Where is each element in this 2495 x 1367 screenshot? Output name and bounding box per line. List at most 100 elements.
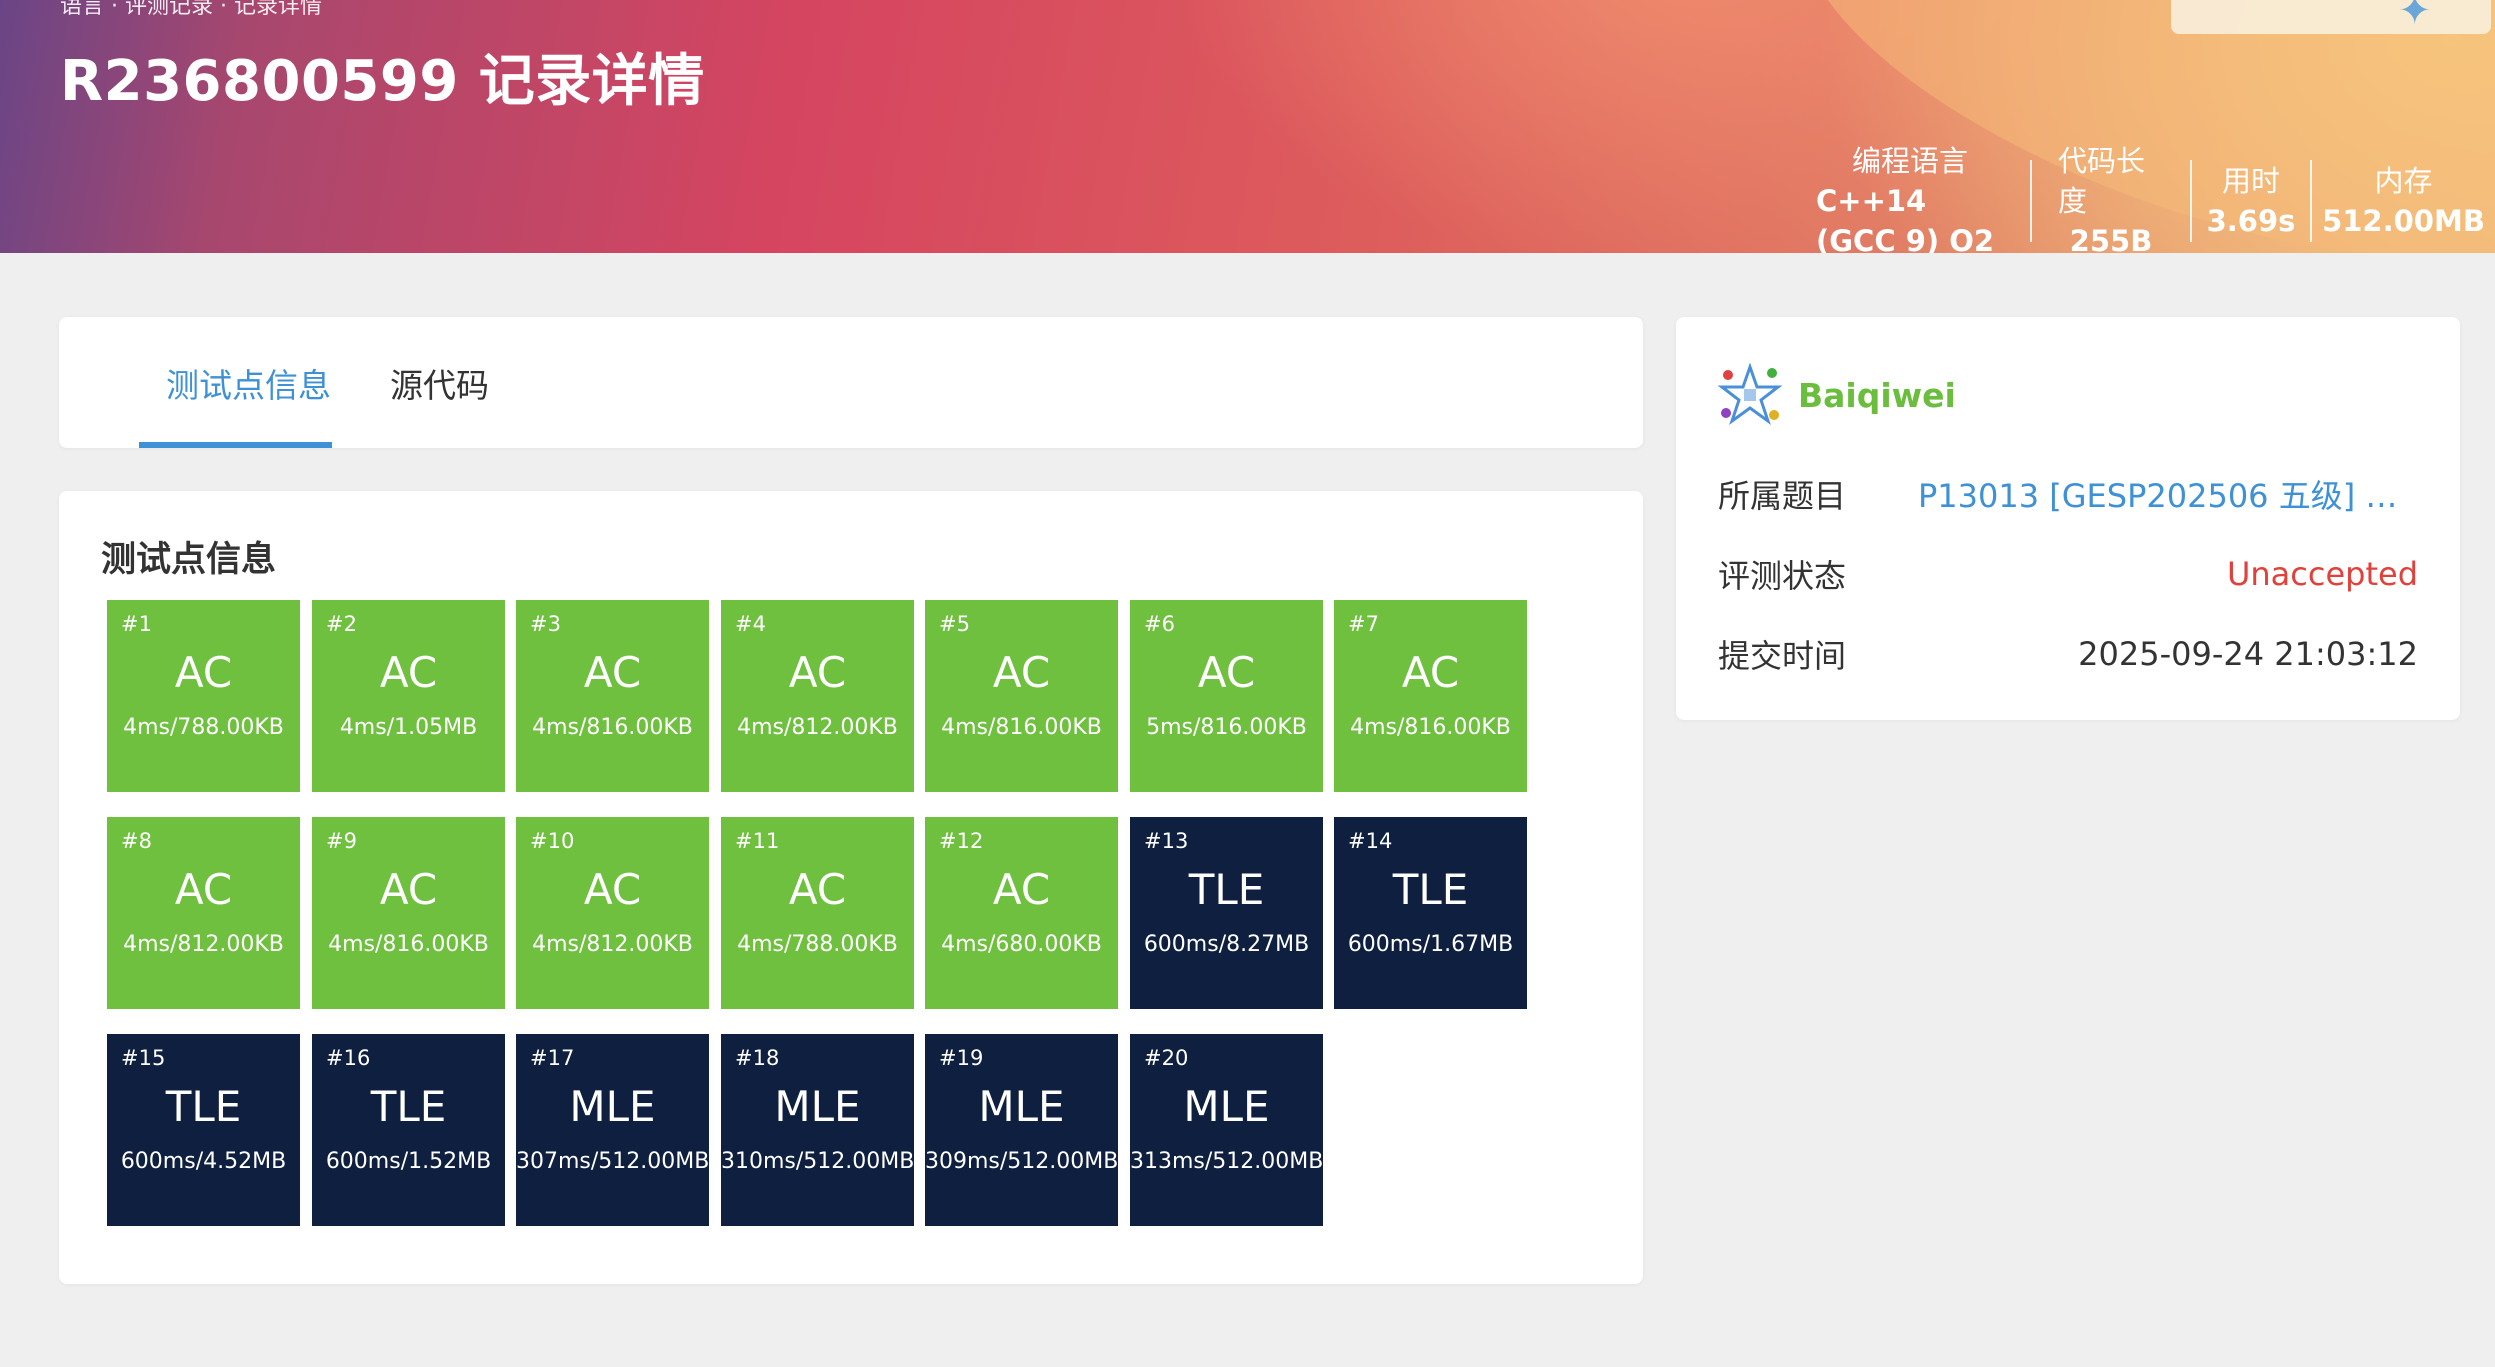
test-case-detail: 600ms/1.67MB <box>1347 932 1514 957</box>
test-case-number: #2 <box>326 612 357 636</box>
test-case-tile[interactable]: #15 TLE 600ms/4.52MB <box>107 1034 300 1226</box>
test-case-number: #19 <box>939 1046 984 1070</box>
test-case-status: MLE <box>569 1082 656 1131</box>
username-link[interactable]: Baiqiwei <box>1798 376 1956 415</box>
test-cases-card: 测试点信息 #1 AC 4ms/788.00KB #2 AC 4ms/1.05MB #3 AC… <box>59 491 1643 1284</box>
stat-language: 编程语言 C++14 (GCC 9) O2 <box>1790 144 2030 253</box>
test-case-status: AC <box>992 648 1051 697</box>
test-case-number: #9 <box>326 829 357 853</box>
test-case-number: #6 <box>1144 612 1175 636</box>
test-case-detail: 4ms/812.00KB <box>737 715 898 740</box>
test-case-detail: 4ms/788.00KB <box>123 715 284 740</box>
test-case-status: AC <box>1401 648 1460 697</box>
test-case-detail: 4ms/680.00KB <box>941 932 1102 957</box>
test-case-number: #13 <box>1144 829 1189 853</box>
test-case-number: #4 <box>735 612 766 636</box>
test-case-detail: 5ms/816.00KB <box>1146 715 1307 740</box>
test-case-number: #5 <box>939 612 970 636</box>
test-case-detail: 4ms/812.00KB <box>532 932 693 957</box>
test-case-tile[interactable]: #5 AC 4ms/816.00KB <box>925 600 1118 792</box>
stat-value: 3.69s <box>2206 204 2296 238</box>
test-case-status: TLE <box>165 1082 242 1131</box>
test-case-detail: 309ms/512.00MB <box>925 1149 1119 1174</box>
test-case-number: #11 <box>735 829 780 853</box>
test-case-tile[interactable]: #12 AC 4ms/680.00KB <box>925 817 1118 1009</box>
star-avatar-icon <box>1717 362 1783 425</box>
test-case-tile[interactable]: #9 AC 4ms/816.00KB <box>312 817 505 1009</box>
test-case-status: AC <box>379 648 438 697</box>
test-case-status: AC <box>583 865 642 914</box>
breadcrumb[interactable]: 语言 · 评测记录 · 记录详情 <box>60 0 322 20</box>
test-case-number: #20 <box>1144 1046 1189 1070</box>
test-case-tile[interactable]: #4 AC 4ms/812.00KB <box>721 600 914 792</box>
tab-source-code[interactable]: 源代码 <box>390 317 489 448</box>
record-stats: 编程语言 C++14 (GCC 9) O2 代码长度 255B 用时 3.69s… <box>1790 144 2495 253</box>
test-case-tile[interactable]: #20 MLE 313ms/512.00MB <box>1130 1034 1323 1226</box>
test-case-tile[interactable]: #6 AC 5ms/816.00KB <box>1130 600 1323 792</box>
test-case-status: AC <box>992 865 1051 914</box>
tabs-card: 测试点信息 源代码 <box>59 317 1643 448</box>
test-case-number: #18 <box>735 1046 780 1070</box>
test-case-tile[interactable]: #19 MLE 309ms/512.00MB <box>925 1034 1118 1226</box>
test-case-status: AC <box>583 648 642 697</box>
test-case-detail: 4ms/816.00KB <box>328 932 489 957</box>
test-case-status: TLE <box>1188 865 1265 914</box>
test-case-tile[interactable]: #1 AC 4ms/788.00KB <box>107 600 300 792</box>
test-case-tile[interactable]: #7 AC 4ms/816.00KB <box>1334 600 1527 792</box>
test-case-tile[interactable]: #11 AC 4ms/788.00KB <box>721 817 914 1009</box>
page-title: R236800599 记录详情 <box>60 49 705 114</box>
test-case-detail: 600ms/8.27MB <box>1143 932 1310 957</box>
test-case-status: MLE <box>774 1082 861 1131</box>
test-case-number: #1 <box>121 612 152 636</box>
test-case-detail: 4ms/812.00KB <box>123 932 284 957</box>
stat-label: 内存 <box>2374 164 2433 198</box>
user-row: Baiqiwei <box>1717 362 1956 427</box>
test-case-tile[interactable]: #17 MLE 307ms/512.00MB <box>516 1034 709 1226</box>
test-case-status: MLE <box>1183 1082 1270 1131</box>
stat-label: 编程语言 <box>1851 144 1968 178</box>
test-case-status: TLE <box>1392 865 1469 914</box>
test-case-number: #14 <box>1348 829 1393 853</box>
test-case-status: TLE <box>370 1082 447 1131</box>
test-case-number: #8 <box>121 829 152 853</box>
test-case-detail: 4ms/816.00KB <box>1350 715 1511 740</box>
info-time-row: 提交时间 2025-09-24 21:03:12 <box>1718 629 2418 679</box>
test-case-number: #12 <box>939 829 984 853</box>
user-avatar[interactable] <box>1717 362 1783 427</box>
test-case-number: #10 <box>530 829 575 853</box>
problem-link[interactable]: P13013 [GESP202506 五级] 奖... <box>1918 471 2418 517</box>
test-case-detail: 4ms/788.00KB <box>737 932 898 957</box>
test-case-tile[interactable]: #13 TLE 600ms/8.27MB <box>1130 817 1323 1009</box>
test-case-status: AC <box>174 865 233 914</box>
stat-value: C++14 (GCC 9) O2 <box>1816 184 1995 253</box>
test-case-detail: 4ms/1.05MB <box>339 715 478 740</box>
stat-time: 用时 3.69s <box>2190 160 2310 242</box>
stat-value: 255B <box>2069 224 2153 253</box>
test-case-tile[interactable]: #16 TLE 600ms/1.52MB <box>312 1034 505 1226</box>
submit-time: 2025-09-24 21:03:12 <box>2078 635 2418 673</box>
test-case-number: #15 <box>121 1046 166 1070</box>
test-case-tile[interactable]: #14 TLE 600ms/1.67MB <box>1334 817 1527 1009</box>
stat-code-length: 代码长度 255B <box>2030 144 2190 253</box>
stat-value: 512.00MB <box>2322 204 2485 238</box>
tab-test-cases[interactable]: 测试点信息 <box>107 317 347 448</box>
info-label: 提交时间 <box>1718 637 1847 675</box>
test-case-status: AC <box>788 648 847 697</box>
test-case-tile[interactable]: #10 AC 4ms/812.00KB <box>516 817 709 1009</box>
test-case-detail: 310ms/512.00MB <box>721 1149 915 1174</box>
test-case-number: #3 <box>530 612 561 636</box>
user-corner-card[interactable] <box>2171 0 2491 34</box>
avatar-icon[interactable]: ✦ <box>2398 0 2432 34</box>
record-header: 语言 · 评测记录 · 记录详情 R236800599 记录详情 ✦ 编程语言 … <box>0 0 2495 253</box>
test-case-status: AC <box>788 865 847 914</box>
test-case-tile[interactable]: #8 AC 4ms/812.00KB <box>107 817 300 1009</box>
section-title: 测试点信息 <box>101 540 277 580</box>
test-case-tile[interactable]: #2 AC 4ms/1.05MB <box>312 600 505 792</box>
test-case-number: #17 <box>530 1046 575 1070</box>
tab-label: 源代码 <box>390 365 489 405</box>
test-case-number: #16 <box>326 1046 371 1070</box>
test-case-tile[interactable]: #18 MLE 310ms/512.00MB <box>721 1034 914 1226</box>
record-info-card: Baiqiwei 所属题目 P13013 [GESP202506 五级] 奖..… <box>1676 317 2460 720</box>
test-case-tile[interactable]: #3 AC 4ms/816.00KB <box>516 600 709 792</box>
info-label: 评测状态 <box>1718 557 1847 595</box>
